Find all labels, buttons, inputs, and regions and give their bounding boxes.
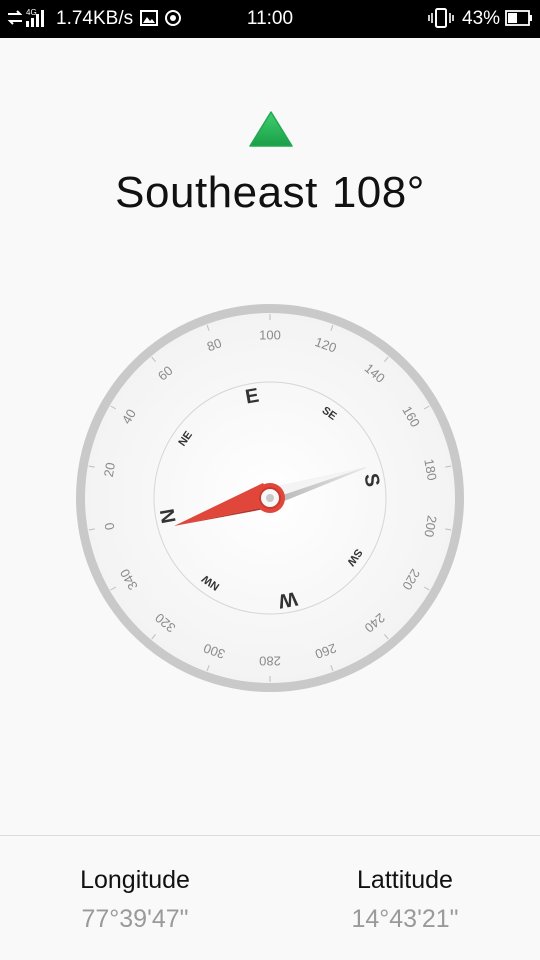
- degree-label: 20: [101, 461, 118, 478]
- longitude-block: Longitude 77°39'47": [35, 864, 235, 934]
- degree-label: 280: [259, 654, 281, 669]
- divider: [0, 835, 540, 836]
- battery-icon: [505, 10, 532, 26]
- longitude-value: 77°39'47": [81, 905, 189, 933]
- vibrate-icon: [428, 8, 454, 28]
- cardinal-w: W: [277, 587, 300, 612]
- status-bar: 4G 1.74KB/s 11:00 43%: [0, 0, 540, 38]
- battery-percent: 43%: [462, 8, 501, 29]
- latitude-value: 14°43'21": [351, 905, 459, 933]
- longitude-label: Longitude: [80, 866, 190, 894]
- heading-degrees: 108°: [331, 168, 425, 217]
- latitude-block: Lattitude 14°43'21": [305, 864, 505, 934]
- compass-dial[interactable]: 020406080100 1201401601802002202402602803…: [70, 298, 470, 698]
- clock: 11:00: [246, 8, 294, 29]
- degree-label: 100: [259, 328, 281, 343]
- needle-pivot-center: [266, 494, 274, 502]
- direction-name: Southeast: [115, 168, 318, 217]
- latitude-label: Lattitude: [357, 866, 453, 894]
- heading-readout: Southeast 108°: [0, 168, 540, 218]
- direction-indicator-icon: [249, 111, 293, 147]
